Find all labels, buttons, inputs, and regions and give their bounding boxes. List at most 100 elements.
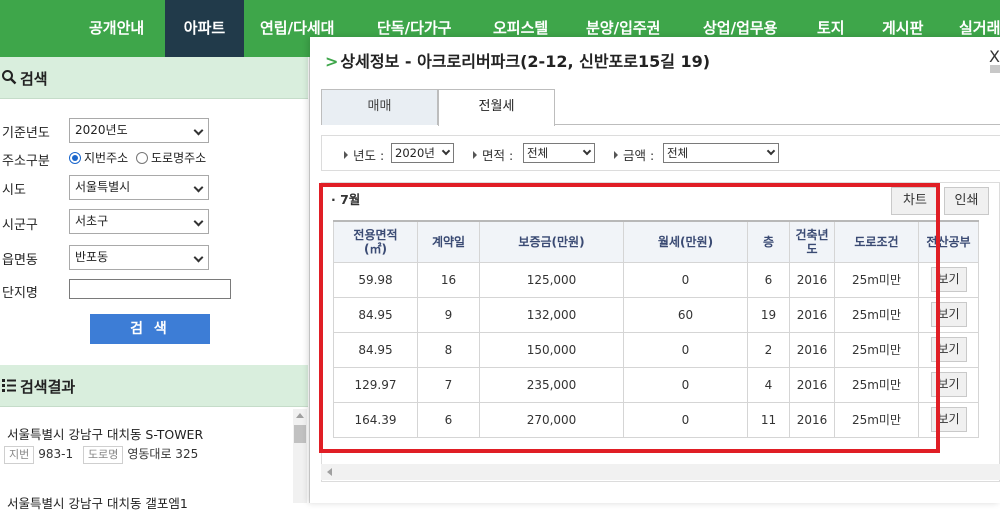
cell-road-condition: 25m미만 xyxy=(834,366,919,403)
triangle-right-icon xyxy=(473,151,477,159)
dong-select[interactable]: 반포동 xyxy=(69,245,209,270)
cell-build-year: 2016 xyxy=(789,366,835,403)
chart-button[interactable]: 차트 xyxy=(891,187,939,215)
list-icon xyxy=(2,379,16,392)
search-button[interactable]: 검 색 xyxy=(90,314,210,344)
amount-filter-select[interactable]: 전체 xyxy=(663,143,779,163)
road-tag: 도로명 xyxy=(82,446,124,464)
results-title: 검색결과 xyxy=(20,378,76,396)
cell-registry: 보기 xyxy=(918,331,979,368)
scrollbar-thumb[interactable] xyxy=(294,425,306,443)
tab-sale[interactable]: 매매 xyxy=(321,89,438,125)
year-label: 기준년도 xyxy=(2,126,50,141)
cell-road-condition: 25m미만 xyxy=(834,401,919,438)
cell-area: 129.97 xyxy=(333,366,418,403)
search-icon xyxy=(2,70,17,85)
dong-label: 읍면동 xyxy=(2,253,38,268)
search-panel: 검색 기준년도 2020년도 주소구분 지번주소 도로명주소 시도 서울특별시 … xyxy=(0,57,310,511)
scroll-up-icon[interactable] xyxy=(296,413,304,418)
detail-modal: > 상세정보 - 아크로리버파크(2-12, 신반포로15길 19) X 매매 전… xyxy=(310,37,1000,503)
cell-area: 164.39 xyxy=(333,401,418,438)
nav-item-apartment[interactable]: 아파트 xyxy=(165,0,244,57)
view-button[interactable]: 보기 xyxy=(930,372,967,397)
result-item-address: 지번 983-1 도로명 영동대로 325 xyxy=(4,445,198,464)
print-button[interactable]: 인쇄 xyxy=(944,187,989,215)
sigungu-select[interactable]: 서초구 xyxy=(69,209,209,234)
cell-registry: 보기 xyxy=(918,366,979,403)
radio-road-label[interactable]: 도로명주소 xyxy=(151,151,206,165)
cell-registry: 보기 xyxy=(918,261,979,298)
header-floor[interactable]: 층 xyxy=(747,220,790,263)
header-area[interactable]: 전용면적 (㎡) xyxy=(333,220,418,263)
triangle-right-icon xyxy=(614,151,618,159)
table-row: 129.97 7 235,000 0 4 2016 25m미만 보기 xyxy=(333,366,979,403)
dong-select-value: 반포동 xyxy=(75,250,109,264)
radio-jibun-label[interactable]: 지번주소 xyxy=(84,151,128,165)
triangle-right-icon xyxy=(344,151,348,159)
cell-floor: 4 xyxy=(747,366,790,403)
header-road-condition[interactable]: 도로조건 xyxy=(834,220,919,263)
amount-filter-value: 전체 xyxy=(667,146,689,160)
view-button[interactable]: 보기 xyxy=(930,302,967,327)
header-build-year[interactable]: 건축년도 xyxy=(789,220,835,263)
area-filter-value: 전체 xyxy=(527,146,549,160)
cell-monthly-rent: 0 xyxy=(623,401,748,438)
close-button[interactable]: X xyxy=(989,47,1000,66)
result-item-name[interactable]: 서울특별시 강남구 대치동 S-TOWER xyxy=(7,424,203,443)
jibun-tag: 지번 xyxy=(4,446,35,464)
radio-road[interactable] xyxy=(136,152,148,164)
view-button[interactable]: 보기 xyxy=(930,407,967,432)
modal-scrollbar-thumb[interactable] xyxy=(990,65,1000,73)
table-row: 59.98 16 125,000 0 6 2016 25m미만 보기 xyxy=(333,261,979,298)
search-title: 검색 xyxy=(20,70,48,88)
sido-select[interactable]: 서울특별시 xyxy=(69,175,209,200)
header-deposit[interactable]: 보증금(만원) xyxy=(479,220,624,263)
cell-build-year: 2016 xyxy=(789,296,835,333)
table-row: 84.95 9 132,000 60 19 2016 25m미만 보기 xyxy=(333,296,979,333)
results-scrollbar[interactable] xyxy=(293,409,307,503)
chevron-down-icon xyxy=(193,252,204,263)
month-label: · 7월 xyxy=(331,192,361,207)
filter-bar: 년도 : 2020년 면적 : 전체 금액 : 전체 xyxy=(321,135,1000,171)
cell-monthly-rent: 60 xyxy=(623,296,748,333)
header-registry[interactable]: 전산공부 xyxy=(918,220,979,263)
horizontal-scrollbar[interactable] xyxy=(321,464,1000,480)
area-filter-label: 면적 : xyxy=(473,145,513,164)
chevron-down-icon xyxy=(441,146,451,156)
complex-label: 단지명 xyxy=(2,286,38,301)
chevron-right-icon: > xyxy=(325,52,339,71)
cell-deposit: 125,000 xyxy=(479,261,624,298)
cell-road-condition: 25m미만 xyxy=(834,331,919,368)
cell-monthly-rent: 0 xyxy=(623,261,748,298)
cell-area: 84.95 xyxy=(333,296,418,333)
year-select[interactable]: 2020년도 xyxy=(69,118,209,143)
tab-lease[interactable]: 전월세 xyxy=(438,89,555,126)
road-value: 영동대로 325 xyxy=(127,447,199,461)
table-header-row: 전용면적 (㎡) 계약일 보증금(만원) 월세(만원) 층 건축년도 도로조건 … xyxy=(333,220,979,263)
chevron-down-icon xyxy=(766,146,776,156)
table-row: 84.95 8 150,000 0 2 2016 25m미만 보기 xyxy=(333,331,979,368)
cell-contract-day: 9 xyxy=(417,296,480,333)
year-filter-select[interactable]: 2020년 xyxy=(391,143,454,163)
header-contract-day[interactable]: 계약일 xyxy=(417,220,480,263)
cell-area: 59.98 xyxy=(333,261,418,298)
area-filter-select[interactable]: 전체 xyxy=(523,143,595,163)
view-button[interactable]: 보기 xyxy=(930,337,967,362)
radio-jibun[interactable] xyxy=(69,152,81,164)
scroll-left-icon[interactable] xyxy=(327,468,332,476)
complex-name-input[interactable] xyxy=(69,279,231,299)
cell-floor: 11 xyxy=(747,401,790,438)
view-button[interactable]: 보기 xyxy=(930,267,967,292)
sigungu-select-value: 서초구 xyxy=(75,214,109,228)
header-monthly-rent[interactable]: 월세(만원) xyxy=(623,220,748,263)
chevron-down-icon xyxy=(193,216,204,227)
addr-type-radio-group: 지번주소 도로명주소 xyxy=(69,149,206,166)
modal-title-text: 상세정보 - 아크로리버파크(2-12, 신반포로15길 19) xyxy=(340,52,711,71)
nav-item-public-notice[interactable]: 공개안내 xyxy=(89,0,144,57)
jibun-value: 983-1 xyxy=(38,447,74,461)
year-filter-label: 년도 : xyxy=(344,145,384,164)
cell-contract-day: 8 xyxy=(417,331,480,368)
year-select-value: 2020년도 xyxy=(75,123,128,137)
chevron-down-icon xyxy=(582,146,592,156)
cell-contract-day: 7 xyxy=(417,366,480,403)
